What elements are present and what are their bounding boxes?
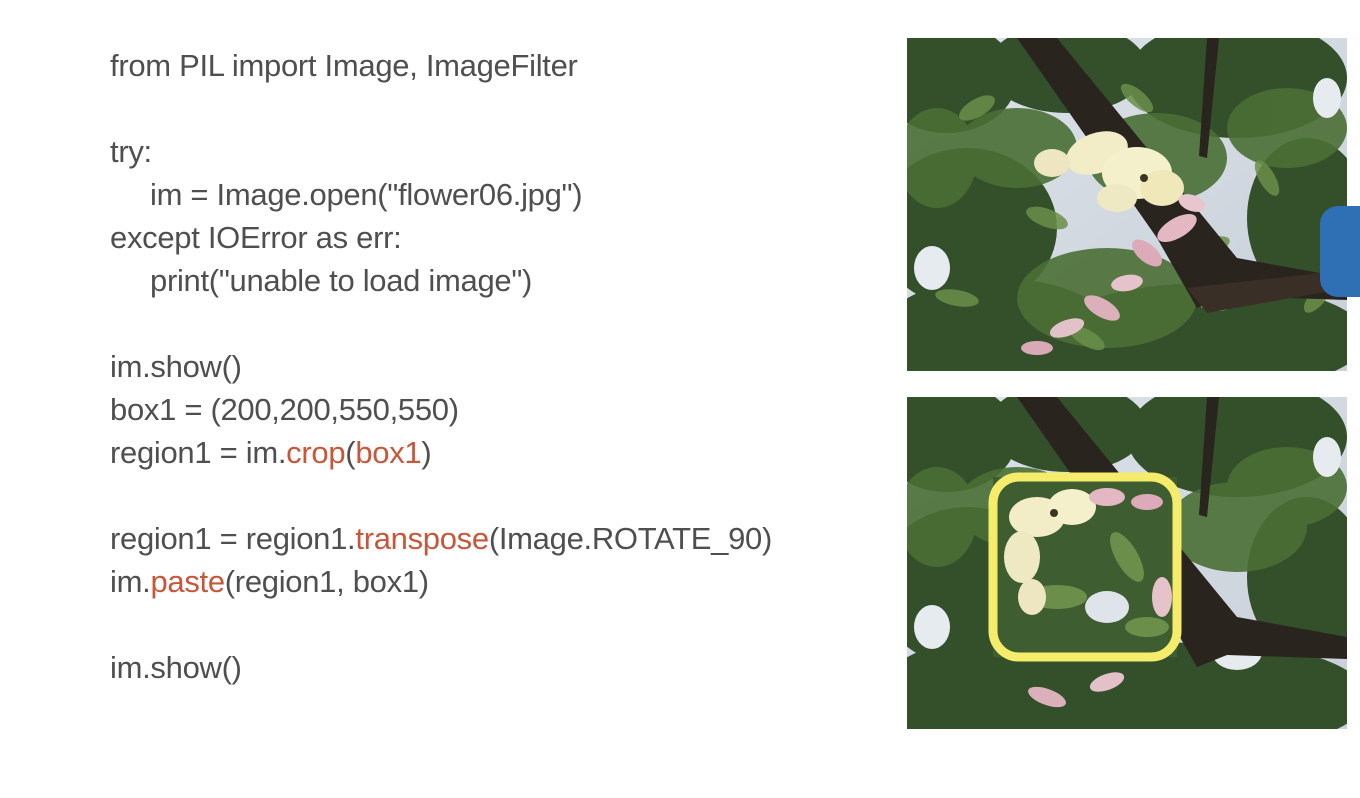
code-line-4: except IOError as err: bbox=[110, 220, 402, 255]
code-line-3: im = Image.open("flower06.jpg") bbox=[150, 177, 583, 212]
code-line-8: region1 = im.crop(box1) bbox=[110, 431, 772, 474]
flower-photo-rotated-region bbox=[907, 397, 1347, 729]
code-token: region1 = region1. bbox=[110, 521, 356, 556]
code-token-method: paste bbox=[150, 564, 225, 599]
side-tab[interactable] bbox=[1320, 206, 1360, 297]
code-token-method: crop bbox=[286, 435, 346, 470]
code-listing: from PIL import Image, ImageFilter try: im… bbox=[110, 44, 772, 689]
code-token: im. bbox=[110, 564, 151, 599]
code-line-2: try: bbox=[110, 134, 152, 169]
code-line-7: box1 = (200,200,550,550) bbox=[110, 392, 459, 427]
code-token: (Image.ROTATE_90) bbox=[488, 521, 772, 556]
code-token: region1 = im. bbox=[110, 435, 287, 470]
code-line-1: from PIL import Image, ImageFilter bbox=[110, 48, 578, 83]
code-token: ( bbox=[345, 435, 356, 470]
code-line-5: print("unable to load image") bbox=[150, 263, 533, 298]
code-token-method: transpose bbox=[355, 521, 489, 556]
code-line-6: im.show() bbox=[110, 349, 242, 384]
code-token-argument: box1 bbox=[355, 435, 422, 470]
code-line-11: im.show() bbox=[110, 650, 242, 685]
code-token: (region1, box1) bbox=[224, 564, 429, 599]
flower-photo-original bbox=[907, 38, 1347, 371]
code-line-9: region1 = region1.transpose(Image.ROTATE… bbox=[110, 517, 772, 560]
code-token: ) bbox=[421, 435, 432, 470]
code-line-10: im.paste(region1, box1) bbox=[110, 560, 772, 603]
